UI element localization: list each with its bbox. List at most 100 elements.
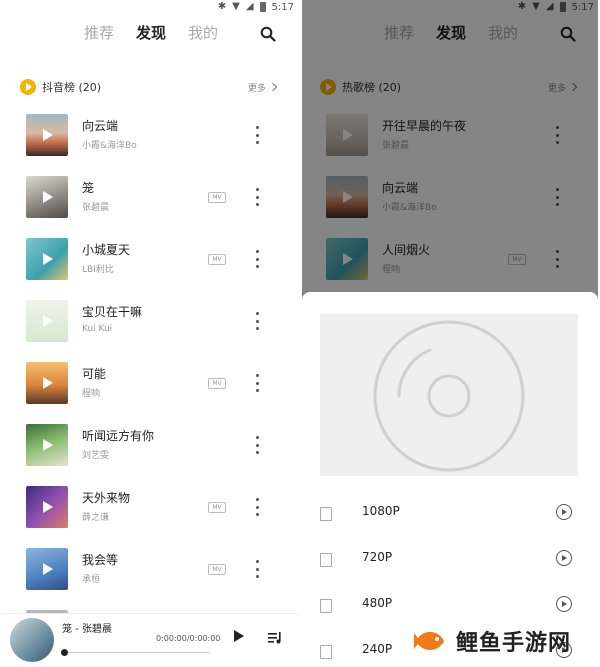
right-screen: ✱ ▼ ◢ 5:17 推荐 发现 我的 热歌榜 (20) 更多 开往早晨的午夜张… (302, 0, 598, 667)
status-time: 5:17 (271, 1, 294, 13)
dot (256, 567, 259, 571)
top-tabs: 推荐 发现 我的 (2, 22, 298, 50)
song-row[interactable]: 天外来物 薛之谦 MV (26, 486, 276, 536)
quality-option[interactable]: 720P (302, 540, 598, 586)
dot (256, 141, 259, 144)
tab-recommend[interactable]: 推荐 (84, 22, 114, 43)
quality-option[interactable]: 1080P (302, 494, 598, 540)
dot (256, 505, 259, 509)
song-artist: 程响 (82, 389, 101, 399)
dot (256, 560, 259, 563)
song-row[interactable]: 小城夏天 LBI利比 MV (26, 238, 276, 288)
dot (256, 203, 259, 206)
play-icon[interactable] (43, 439, 53, 451)
song-row[interactable]: 听闻远方有你 刘艺雯 (26, 424, 276, 474)
song-artist: 薛之谦 (82, 513, 110, 523)
player-time: 0:00:00/0:00:00 (156, 634, 221, 643)
video-file-icon (320, 599, 332, 613)
play-circle-icon[interactable] (556, 550, 572, 566)
chevron-right-icon (268, 82, 278, 92)
play-icon[interactable] (43, 501, 53, 513)
song-row[interactable]: 向云端 小霞&海洋Bo (26, 114, 276, 164)
dot (256, 443, 259, 447)
more-options-icon[interactable] (256, 188, 260, 206)
dot (256, 513, 259, 516)
album-cover[interactable] (26, 548, 68, 590)
play-icon[interactable] (43, 253, 53, 265)
tab-mine[interactable]: 我的 (188, 22, 218, 43)
dot (256, 381, 259, 385)
album-cover[interactable] (26, 486, 68, 528)
album-cover[interactable] (26, 114, 68, 156)
mv-badge[interactable]: MV (208, 378, 226, 389)
more-options-icon[interactable] (256, 312, 260, 330)
play-icon[interactable] (234, 630, 244, 642)
song-title: 小城夏天 (82, 243, 131, 257)
dot (256, 188, 259, 191)
player-title: 笼 - 张碧晨 (62, 624, 112, 635)
fish-logo-icon (414, 632, 444, 650)
dot (256, 265, 259, 268)
progress-knob[interactable] (61, 649, 68, 656)
more-options-icon[interactable] (256, 126, 260, 144)
album-cover[interactable] (26, 176, 68, 218)
play-icon[interactable] (43, 191, 53, 203)
play-circle-icon[interactable] (556, 596, 572, 612)
player-avatar[interactable] (10, 618, 54, 662)
bluetooth-icon: ✱ (217, 1, 227, 12)
cover-placeholder (320, 314, 578, 476)
dot (256, 374, 259, 377)
more-link[interactable]: 更多 (247, 81, 278, 94)
song-row[interactable]: 可能 程响 MV (26, 362, 276, 412)
album-cover[interactable] (26, 362, 68, 404)
play-icon[interactable] (43, 563, 53, 575)
watermark-text: 鲤鱼手游网 (456, 631, 572, 656)
mini-player[interactable]: 笼 - 张碧晨 0:00:00/0:00:00 (2, 613, 298, 667)
search-icon[interactable] (260, 26, 276, 42)
song-title: 宝贝在干嘛 (82, 305, 143, 319)
album-cover[interactable] (26, 424, 68, 466)
play-icon[interactable] (43, 129, 53, 141)
song-title: 听闻远方有你 (82, 429, 155, 443)
quality-label: 480P (362, 596, 393, 610)
video-file-icon (320, 645, 332, 659)
album-cover[interactable] (26, 300, 68, 342)
more-options-icon[interactable] (256, 498, 260, 516)
song-artist: LBI利比 (82, 265, 114, 275)
disc-icon (373, 320, 525, 472)
watermark: 鲤鱼手游网 (412, 618, 596, 664)
play-icon[interactable] (43, 315, 53, 327)
more-options-icon[interactable] (256, 250, 260, 268)
mv-badge[interactable]: MV (208, 254, 226, 265)
wifi-icon: ▼ (232, 1, 240, 12)
quality-bottom-sheet: 1080P 720P 480P 240P (302, 292, 598, 667)
section-title: 抖音榜 (20) (42, 81, 102, 94)
dot (256, 195, 259, 199)
album-cover[interactable] (26, 238, 68, 280)
dot (256, 575, 259, 578)
play-all-icon[interactable] (20, 79, 36, 95)
song-row[interactable]: 宝贝在干嘛 Kui Kui (26, 300, 276, 350)
play-icon[interactable] (43, 377, 53, 389)
more-label: 更多 (247, 83, 266, 94)
play-circle-icon[interactable] (556, 504, 572, 520)
progress-track[interactable] (64, 652, 210, 653)
song-row[interactable]: 笼张碧晨 MV (26, 176, 276, 226)
song-title: 我会等 (82, 553, 119, 567)
mv-badge[interactable]: MV (208, 192, 226, 203)
chart-section-header: 抖音榜 (20) 更多 (20, 77, 278, 97)
more-options-icon[interactable] (256, 436, 260, 454)
dot (256, 250, 259, 253)
more-options-icon[interactable] (256, 560, 260, 578)
song-title: 向云端 (82, 119, 119, 133)
dot (256, 312, 259, 315)
song-row[interactable]: 我会等 承桓 MV (26, 548, 276, 598)
mv-badge[interactable]: MV (208, 564, 226, 575)
video-file-icon (320, 507, 332, 521)
playlist-icon[interactable] (268, 632, 282, 644)
dot (256, 436, 259, 439)
mv-badge[interactable]: MV (208, 502, 226, 513)
tab-discover[interactable]: 发现 (136, 22, 166, 43)
song-artist: Kui Kui (82, 324, 113, 334)
more-options-icon[interactable] (256, 374, 260, 392)
